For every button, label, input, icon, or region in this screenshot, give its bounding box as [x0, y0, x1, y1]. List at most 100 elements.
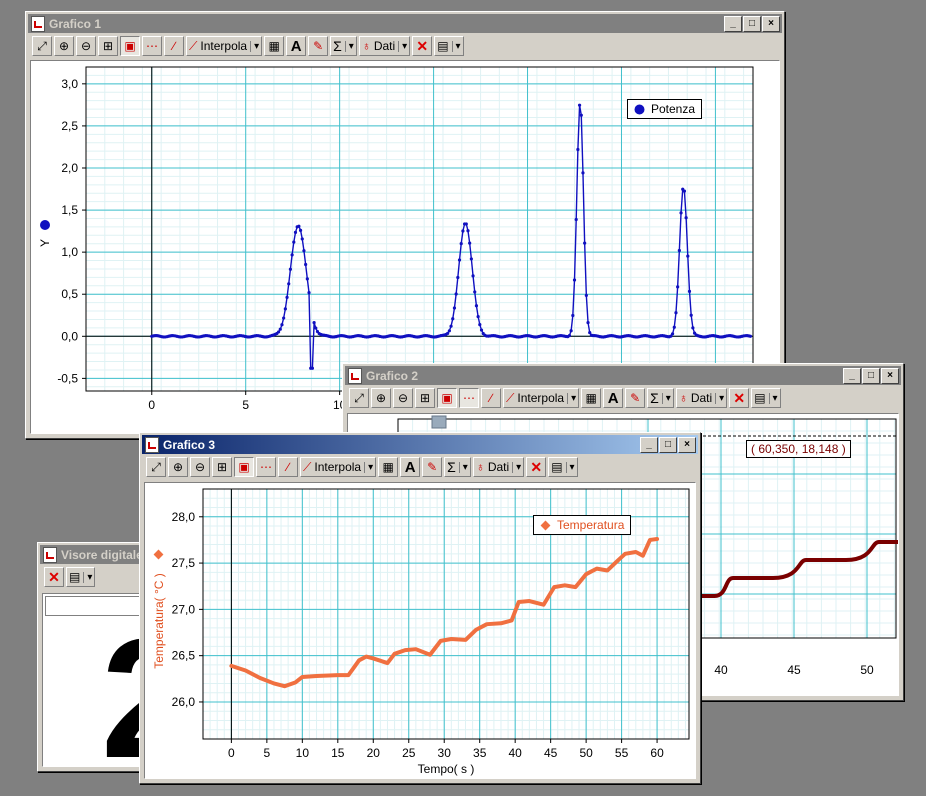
minimize-button[interactable]: _: [724, 15, 742, 32]
autoscale-icon[interactable]: ⤢: [349, 388, 369, 408]
potenza-data-point: [464, 222, 468, 226]
statistics-dropdown[interactable]: Σ: [444, 457, 471, 477]
temperatura-data-point: [372, 657, 375, 660]
delete-icon[interactable]: ✕: [729, 388, 750, 408]
interpola-dropdown[interactable]: ⟋ Interpola: [503, 388, 580, 408]
y-tick-label: 27,0: [172, 602, 196, 616]
close-button[interactable]: ×: [881, 367, 899, 384]
dati-dropdown[interactable]: ♁ Dati: [472, 457, 525, 477]
autoscale-icon[interactable]: ⤢: [32, 36, 52, 56]
y-tick-label: 26,0: [172, 695, 196, 709]
legend-marker-icon: [540, 520, 551, 530]
examine-icon[interactable]: ⋯: [142, 36, 162, 56]
zoom-box-icon[interactable]: ⊞: [212, 457, 232, 477]
temperatura-data-point: [648, 538, 652, 542]
tangent-icon[interactable]: ∕: [278, 457, 298, 477]
close-button[interactable]: ×: [678, 436, 696, 453]
text-tool-icon[interactable]: A: [400, 457, 421, 477]
draw-tool-icon[interactable]: ✎: [422, 457, 443, 477]
examine-icon[interactable]: ⋯: [459, 388, 479, 408]
grafico3-window[interactable]: Grafico 3 _ □ × ⤢ ⊕ ⊖ ⊞ ▣ ⋯ ∕ ⟋ Interpola…: [139, 432, 701, 784]
calculator-icon[interactable]: ▦: [378, 457, 399, 477]
dati-label: Dati: [373, 39, 396, 53]
visore-titlebar[interactable]: Visore digitale: [40, 545, 146, 564]
maximize-button[interactable]: □: [862, 367, 880, 384]
tangent-icon[interactable]: ∕: [164, 36, 184, 56]
y-axis-label: Y: [38, 239, 52, 247]
delete-icon[interactable]: ✕: [44, 567, 64, 587]
x-tick-label: 20: [367, 746, 381, 760]
delete-icon[interactable]: ✕: [526, 457, 547, 477]
zoom-out-icon[interactable]: ⊖: [190, 457, 210, 477]
zoom-out-icon[interactable]: ⊖: [393, 388, 413, 408]
temperatura-data-point: [655, 537, 659, 541]
statistics-dropdown[interactable]: Σ: [330, 36, 357, 56]
draw-tool-icon[interactable]: ✎: [308, 36, 329, 56]
autoscale-icon[interactable]: ⤢: [146, 457, 166, 477]
close-button[interactable]: ×: [762, 15, 780, 32]
lock-icon[interactable]: ▣: [120, 36, 140, 56]
chart-window-icon: [31, 15, 45, 32]
potenza-data-point: [569, 329, 573, 333]
potenza-data-point: [457, 258, 462, 262]
tangent-icon[interactable]: ∕: [481, 388, 501, 408]
display-options-dropdown[interactable]: ▤: [66, 567, 96, 587]
interpola-dropdown[interactable]: ⟋ Interpola: [300, 457, 377, 477]
calculator-icon[interactable]: ▦: [581, 388, 602, 408]
potenza-data-point: [474, 304, 479, 308]
potenza-data-point: [684, 216, 688, 220]
maximize-button[interactable]: □: [659, 436, 677, 453]
scroll-handle-icon: [431, 415, 447, 429]
lock-icon[interactable]: ▣: [234, 457, 254, 477]
graph-options-dropdown[interactable]: ▤: [434, 36, 464, 56]
zoom-out-icon[interactable]: ⊖: [76, 36, 96, 56]
zoom-in-icon[interactable]: ⊕: [54, 36, 74, 56]
minimize-button[interactable]: _: [640, 436, 658, 453]
maximize-button[interactable]: □: [743, 15, 761, 32]
x-tick-label: 50: [579, 746, 593, 760]
x-tick-label: 35: [473, 746, 487, 760]
sigma-icon: Σ: [333, 38, 342, 54]
graph-options-dropdown[interactable]: ▤: [751, 388, 781, 408]
dati-dropdown[interactable]: ♁ Dati: [675, 388, 728, 408]
x-tick-label: 5: [242, 398, 249, 412]
minimize-button[interactable]: _: [843, 367, 861, 384]
statistics-dropdown[interactable]: Σ: [647, 388, 674, 408]
examine-icon[interactable]: ⋯: [256, 457, 276, 477]
x-tick-label: 40: [508, 746, 522, 760]
calculator-icon[interactable]: ▦: [264, 36, 285, 56]
graph-options-dropdown[interactable]: ▤: [548, 457, 578, 477]
potenza-data-point: [583, 241, 587, 245]
zoom-box-icon[interactable]: ⊞: [98, 36, 118, 56]
temperatura-data-point: [230, 664, 233, 668]
window-title: Grafico 1: [49, 16, 102, 31]
grafico2-titlebar[interactable]: Grafico 2 _ □ ×: [345, 366, 901, 385]
potenza-data-point: [586, 320, 590, 325]
potenza-data-point: [288, 267, 293, 271]
draw-tool-icon[interactable]: ✎: [625, 388, 646, 408]
potenza-data-point: [471, 274, 475, 278]
text-tool-icon[interactable]: A: [603, 388, 624, 408]
temperatura-data-point: [450, 637, 453, 641]
visore-digitale-window[interactable]: Visore digitale ✕ ▤ 2: [37, 542, 150, 772]
potenza-data-point: [283, 307, 287, 311]
text-tool-icon[interactable]: A: [286, 36, 307, 56]
grafico3-plot-area[interactable]: 26,0 26,5 27,0 27,5 28,0 0 5 10 15 20 25 30 35 40 45 50…: [144, 482, 696, 779]
legend-label: Temperatura: [557, 518, 625, 532]
zoom-box-icon[interactable]: ⊞: [415, 388, 435, 408]
zoom-in-icon[interactable]: ⊕: [371, 388, 391, 408]
dati-dropdown[interactable]: ♁ Dati: [358, 36, 411, 56]
visore-display: 2: [42, 593, 150, 767]
potenza-data-point: [572, 278, 577, 282]
interpola-dropdown[interactable]: ⟋ Interpola: [186, 36, 263, 56]
y-tick-label: 28,0: [172, 510, 196, 524]
temperatura-data-point: [641, 554, 645, 557]
zoom-in-icon[interactable]: ⊕: [168, 457, 188, 477]
y-axis-label: Temperatura( °C ): [152, 573, 166, 669]
grafico1-titlebar[interactable]: Grafico 1 _ □ ×: [28, 14, 782, 33]
lock-icon[interactable]: ▣: [437, 388, 457, 408]
delete-icon[interactable]: ✕: [412, 36, 433, 56]
potenza-data-point: [292, 240, 296, 244]
temperatura-data-point: [528, 599, 531, 603]
grafico3-titlebar[interactable]: Grafico 3 _ □ ×: [142, 435, 698, 454]
